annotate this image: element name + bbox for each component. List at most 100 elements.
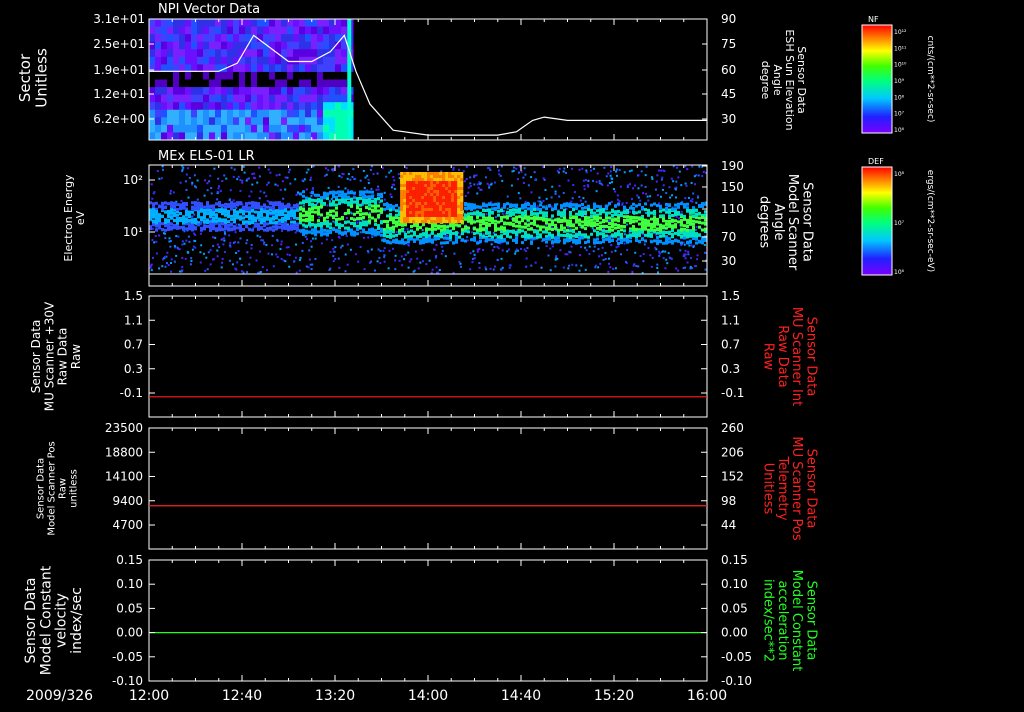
hot-cell <box>448 172 451 175</box>
speckle <box>677 270 679 272</box>
band-cell <box>686 209 689 212</box>
speckle <box>263 192 265 194</box>
band-cell <box>593 224 596 227</box>
band-cell <box>572 224 575 227</box>
speckle <box>679 249 681 251</box>
hot-cell <box>424 217 427 220</box>
band-cell <box>524 232 527 235</box>
hot-cell <box>430 172 433 175</box>
band-cell <box>191 224 194 227</box>
band-cell <box>371 191 374 194</box>
heatmap-cell <box>167 87 174 95</box>
band-cell <box>602 219 605 222</box>
speckle <box>161 265 163 267</box>
band-cell <box>395 220 398 223</box>
speckle <box>608 263 610 265</box>
hot-cell <box>454 202 457 205</box>
band-cell <box>296 209 299 212</box>
heatmap-cell <box>311 87 318 95</box>
band-cell <box>347 227 350 230</box>
band-cell <box>653 218 656 221</box>
hot-cell <box>442 178 445 181</box>
speckle <box>658 255 660 257</box>
hot-cell <box>451 190 454 193</box>
band-cell <box>473 207 476 210</box>
hot-cell <box>412 184 415 187</box>
speckle <box>614 250 616 252</box>
band-cell <box>488 238 491 241</box>
band-cell <box>635 231 638 234</box>
speckle <box>280 189 282 191</box>
band-cell <box>254 225 257 228</box>
hot-cell <box>433 202 436 205</box>
band-cell <box>404 241 407 244</box>
speckle <box>487 183 489 185</box>
band-cell <box>560 220 563 223</box>
band-cell <box>533 216 536 219</box>
band-cell <box>569 236 572 239</box>
band-cell <box>548 224 551 227</box>
heatmap-cell <box>245 95 252 103</box>
speckle <box>281 241 283 243</box>
band-cell <box>530 240 533 243</box>
speckle <box>517 178 519 180</box>
hot-cell <box>436 187 439 190</box>
speckle <box>161 177 163 179</box>
speckle <box>486 213 488 215</box>
band-cell <box>272 216 275 219</box>
speckle <box>239 237 241 239</box>
speckle <box>181 257 183 259</box>
speckle <box>675 188 677 190</box>
heatmap-cell <box>305 102 312 110</box>
speckle <box>259 251 261 253</box>
speckle <box>683 267 685 269</box>
speckle <box>357 261 359 263</box>
hot-cell <box>409 184 412 187</box>
heatmap-cell <box>161 80 168 88</box>
band-cell <box>440 232 443 235</box>
heatmap-cell <box>299 80 306 88</box>
speckle <box>613 188 615 190</box>
heatmap-cell <box>167 34 174 42</box>
heatmap-cell <box>221 42 228 50</box>
heatmap-cell <box>335 64 342 72</box>
speckle <box>216 198 218 200</box>
speckle <box>259 236 261 238</box>
heatmap-cell <box>227 95 234 103</box>
heatmap-cell <box>203 132 210 140</box>
band-cell <box>236 202 239 205</box>
band-cell <box>575 221 578 224</box>
speckle <box>312 189 314 191</box>
heatmap-cell <box>233 110 240 118</box>
hot-cell <box>418 190 421 193</box>
hot-cell <box>409 205 412 208</box>
speckle <box>526 258 528 260</box>
heatmap-cell <box>155 95 162 103</box>
hot-cell <box>454 220 457 223</box>
band-cell <box>548 204 551 207</box>
speckle <box>581 168 583 170</box>
band-cell <box>347 220 350 223</box>
speckle <box>181 270 183 272</box>
heatmap-cell <box>287 42 294 50</box>
speckle <box>265 195 267 197</box>
heatmap-cell <box>335 95 342 103</box>
speckle <box>482 249 484 251</box>
heatmap-cell <box>173 57 180 65</box>
band-cell <box>350 198 353 201</box>
speckle <box>610 244 612 246</box>
speckle <box>694 175 696 177</box>
speckle <box>478 187 480 189</box>
hot-cell <box>412 193 415 196</box>
band-cell <box>491 203 494 206</box>
band-cell <box>479 232 482 235</box>
band-cell <box>530 235 533 238</box>
speckle <box>585 179 587 181</box>
hot-cell <box>442 184 445 187</box>
speckle <box>237 241 239 243</box>
speckle <box>416 258 418 260</box>
band-cell <box>449 233 452 236</box>
speckle <box>594 266 596 268</box>
heatmap-cell <box>239 42 246 50</box>
heatmap-cell <box>173 80 180 88</box>
